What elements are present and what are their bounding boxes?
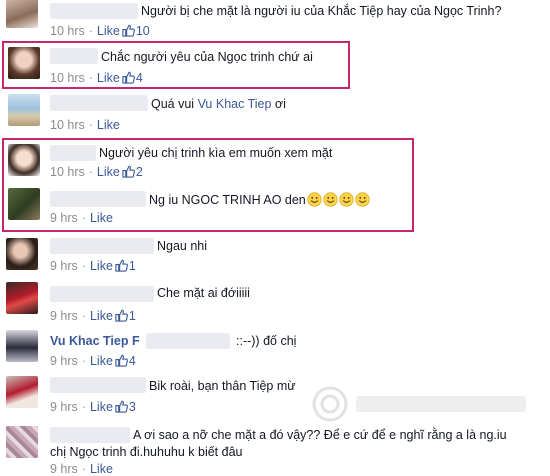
avatar[interactable] (6, 376, 38, 408)
comment-meta: 10 hrs · Like (50, 118, 120, 132)
avatar[interactable] (8, 94, 40, 126)
comment-text: Ngau nhi (157, 239, 208, 253)
avatar[interactable] (6, 0, 38, 28)
comment-text: Quá vui Vu Khac Tiep ơi (151, 97, 286, 111)
avatar[interactable] (8, 144, 40, 176)
timestamp[interactable]: 10 hrs (50, 118, 85, 132)
watermark-logo (312, 386, 526, 422)
like-count[interactable]: 3 (129, 400, 136, 414)
blurred-author-name[interactable] (50, 3, 138, 19)
smiley-icon (339, 192, 354, 207)
like-link[interactable]: Like (90, 354, 113, 368)
blurred-author-name[interactable] (50, 145, 96, 161)
avatar[interactable] (6, 426, 38, 458)
comment-meta: 9 hrs · Like 4 (50, 354, 136, 368)
comment-text: Bik roài, bạn thân Tiệp mừ (149, 379, 296, 393)
like-thumb-icon (115, 259, 128, 272)
comment-meta: 10 hrs · Like 4 (50, 71, 143, 85)
comment-item: Ngau nhi 9 hrs · Like 1 (0, 234, 550, 278)
like-thumb-icon (115, 400, 128, 413)
blurred-author-name[interactable] (50, 95, 148, 111)
timestamp[interactable]: 9 hrs (50, 259, 78, 273)
comment-item: A ơi sao a nỡ che mặt a đó vậy?? Để e cứ… (0, 424, 550, 476)
timestamp[interactable]: 10 hrs (50, 71, 85, 85)
comment-text: Chắc người yêu của Ngọc trinh chứ ai (101, 50, 313, 64)
comment-text: Vu Khac Tiep F (50, 334, 140, 348)
like-count[interactable]: 1 (129, 259, 136, 273)
timestamp[interactable]: 9 hrs (50, 309, 78, 323)
blurred-author-name[interactable] (50, 286, 154, 302)
comment-text: Người bị che mặt là người iu của Khắc Ti… (141, 4, 502, 18)
avatar[interactable] (6, 238, 38, 270)
comment-item: Người bị che mặt là người iu của Khắc Ti… (0, 0, 550, 40)
like-link[interactable]: Like (97, 165, 120, 179)
comment-meta: 10 hrs · Like 2 (50, 165, 143, 179)
comment-meta: 9 hrs · Like 3 (50, 400, 136, 414)
like-count[interactable]: 10 (136, 24, 150, 38)
like-count[interactable]: 4 (129, 354, 136, 368)
comment-meta: 10 hrs · Like 10 (50, 24, 150, 38)
like-link[interactable]: Like (90, 400, 113, 414)
comment-text: Che mặt ai đớiiiii (157, 286, 250, 300)
like-link[interactable]: Like (90, 211, 113, 225)
comment-item: Ng iu NGOC TRINH AO den 9 hrs · Like (0, 186, 550, 232)
like-thumb-icon (122, 71, 135, 84)
like-count[interactable]: 2 (136, 165, 143, 179)
like-count[interactable]: 4 (136, 71, 143, 85)
mention-link[interactable]: Vu Khac Tiep (198, 97, 272, 111)
comment-text: chị Ngọc trinh đi.huhuhu k biết đâu (50, 445, 243, 459)
timestamp[interactable]: 10 hrs (50, 24, 85, 38)
like-thumb-icon (122, 24, 135, 37)
blurred-author-name[interactable] (50, 238, 154, 254)
timestamp[interactable]: 10 hrs (50, 165, 85, 179)
comment-meta: 9 hrs · Like (50, 211, 113, 225)
comment-text: Người yêu chị trinh kìa em muốn xem mặt (99, 146, 333, 160)
timestamp[interactable]: 9 hrs (50, 211, 78, 225)
blurred-author-name[interactable] (50, 427, 130, 443)
timestamp[interactable]: 9 hrs (50, 400, 78, 414)
comment-item: Người yêu chị trinh kìa em muốn xem mặt … (0, 140, 550, 186)
comment-item: Vu Khac Tiep F ::--)) đố chị 9 hrs · Like 4 (0, 328, 550, 374)
blurred-author-name[interactable] (50, 191, 146, 207)
like-link[interactable]: Like (97, 71, 120, 85)
comment-text: Ng iu NGOC TRINH AO den (149, 192, 370, 207)
comment-text: ::--)) đố chị (236, 334, 297, 348)
avatar[interactable] (8, 47, 40, 79)
like-link[interactable]: Like (97, 24, 120, 38)
like-link[interactable]: Like (90, 259, 113, 273)
like-link[interactable]: Like (90, 309, 113, 323)
comment-meta: 9 hrs · Like 1 (50, 259, 136, 273)
avatar[interactable] (6, 330, 38, 362)
blurred-author-name[interactable] (50, 377, 146, 393)
author-link[interactable]: Vu Khac Tiep (50, 334, 129, 348)
comment-item: Che mặt ai đớiiiii 9 hrs · Like 1 (0, 280, 550, 326)
smiley-icon (307, 192, 322, 207)
like-thumb-icon (115, 309, 128, 322)
blurred-author-name[interactable] (146, 333, 230, 349)
blurred-author-name[interactable] (50, 48, 98, 64)
smiley-icon (323, 192, 338, 207)
comment-item: Quá vui Vu Khac Tiep ơi 10 hrs · Like (0, 92, 550, 138)
comment-text: A ơi sao a nỡ che mặt a đó vậy?? Để e cứ… (133, 428, 507, 442)
like-thumb-icon (122, 165, 135, 178)
timestamp[interactable]: 9 hrs (50, 354, 78, 368)
avatar[interactable] (8, 188, 40, 220)
like-link[interactable]: Like (97, 118, 120, 132)
like-count[interactable]: 1 (129, 309, 136, 323)
smiley-icon (355, 192, 370, 207)
comment-meta: 9 hrs · Like 1 (50, 309, 136, 323)
avatar[interactable] (6, 282, 38, 314)
like-thumb-icon (115, 354, 128, 367)
comment-item: Chắc người yêu của Ngọc trinh chứ ai 10 … (0, 42, 550, 88)
